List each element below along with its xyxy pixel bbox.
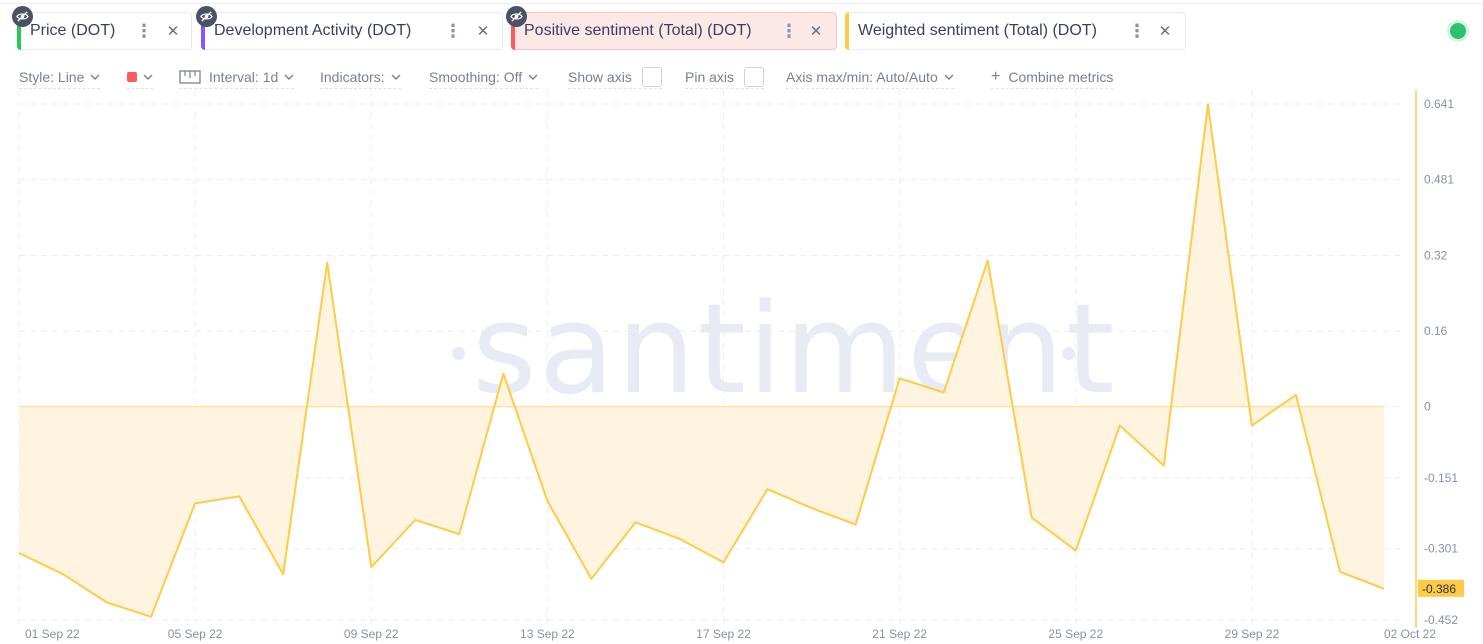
chevron-down-icon: [90, 74, 100, 80]
more-options-icon[interactable]: ⋮: [444, 22, 462, 40]
metric-tab-positive-sentiment[interactable]: Positive sentiment (Total) (DOT) ⋮ ✕: [511, 12, 837, 50]
x-tick-label: 13 Sep 22: [520, 627, 575, 641]
metric-tab-weighted-sentiment[interactable]: Weighted sentiment (Total) (DOT) ⋮ ✕: [845, 12, 1186, 50]
eye-off-icon[interactable]: [12, 6, 33, 27]
chevron-down-icon: [284, 74, 294, 80]
style-label: Style: Line: [19, 69, 85, 85]
show-axis-label: Show axis: [568, 69, 632, 85]
metric-label: Development Activity (DOT): [214, 22, 412, 39]
y-tick-label: -0.151: [1424, 471, 1458, 485]
ruler-icon: [179, 70, 201, 84]
x-tick-label: 09 Sep 22: [344, 627, 399, 641]
y-tick-label: 0.16: [1424, 324, 1448, 338]
smoothing-dropdown[interactable]: Smoothing: Off: [429, 66, 539, 89]
weighted-sentiment-chart[interactable]: 0.641 0.481 0.32 0.16 0 -0.151 -0.301 -0.452 01…: [0, 90, 1483, 644]
x-tick-label: 29 Sep 22: [1225, 627, 1280, 641]
y-tick-label: -0.452: [1424, 613, 1458, 627]
show-axis-toggle[interactable]: Show axis: [568, 66, 662, 89]
x-tick-label: 01 Sep 22: [25, 627, 80, 641]
y-tick-label: 0.641: [1424, 97, 1454, 111]
metric-label: Positive sentiment (Total) (DOT): [524, 22, 752, 39]
x-tick-label: 21 Sep 22: [872, 627, 927, 641]
plus-icon: +: [991, 68, 1001, 85]
chevron-down-icon: [391, 74, 401, 80]
more-options-icon[interactable]: ⋮: [135, 22, 153, 40]
x-tick-label: 25 Sep 22: [1048, 627, 1103, 641]
eye-off-icon[interactable]: [196, 6, 217, 27]
last-value-label: -0.386: [1418, 579, 1464, 597]
x-tick-label: 17 Sep 22: [696, 627, 751, 641]
color-swatch: [127, 72, 137, 82]
y-axis-ticks: 0.641 0.481 0.32 0.16 0 -0.151 -0.301 -0.452: [1424, 97, 1458, 627]
chevron-down-icon: [528, 74, 538, 80]
style-dropdown[interactable]: Style: Line: [19, 66, 101, 89]
series-area-fill: [19, 104, 1384, 617]
metric-color-bar: [845, 12, 849, 50]
more-options-icon[interactable]: ⋮: [780, 22, 798, 40]
y-tick-label: -0.301: [1424, 542, 1458, 556]
pin-axis-checkbox[interactable]: [744, 67, 765, 87]
color-picker[interactable]: [127, 66, 153, 89]
interval-label: Interval: 1d: [209, 69, 279, 85]
close-icon[interactable]: ✕: [809, 24, 823, 39]
show-axis-checkbox[interactable]: [641, 67, 662, 87]
metric-label: Weighted sentiment (Total) (DOT): [858, 22, 1097, 39]
y-tick-label: 0: [1424, 400, 1431, 414]
combine-metrics-label: Combine metrics: [1008, 69, 1114, 85]
pin-axis-label: Pin axis: [685, 69, 735, 85]
combine-metrics-button[interactable]: + Combine metrics: [991, 66, 1114, 89]
last-value-text: -0.386: [1422, 582, 1456, 596]
top-divider: [0, 3, 1483, 4]
metric-label: Price (DOT): [30, 22, 116, 39]
pin-axis-toggle[interactable]: Pin axis: [685, 66, 765, 89]
metric-tab-development-activity[interactable]: Development Activity (DOT) ⋮ ✕: [201, 12, 503, 50]
x-tick-label: 02 Oct 22: [1384, 627, 1436, 641]
chevron-down-icon: [143, 74, 153, 80]
close-icon[interactable]: ✕: [476, 24, 490, 39]
more-options-icon[interactable]: ⋮: [1128, 22, 1146, 40]
x-tick-label: 05 Sep 22: [168, 627, 223, 641]
close-icon[interactable]: ✕: [1158, 24, 1172, 39]
smoothing-label: Smoothing: Off: [429, 69, 523, 85]
metric-tab-price[interactable]: Price (DOT) ⋮ ✕: [17, 12, 192, 50]
eye-off-icon[interactable]: [506, 6, 527, 27]
y-tick-label: 0.32: [1424, 249, 1448, 263]
live-status-indicator: [1450, 23, 1466, 39]
chevron-down-icon: [944, 74, 954, 80]
axis-maxmin-label: Axis max/min: Auto/Auto: [786, 69, 938, 85]
axis-maxmin-dropdown[interactable]: Axis max/min: Auto/Auto: [786, 66, 954, 89]
interval-dropdown[interactable]: Interval: 1d: [179, 66, 295, 89]
indicators-label: Indicators:: [320, 69, 385, 85]
indicators-dropdown[interactable]: Indicators:: [320, 66, 401, 89]
x-axis-ticks: 01 Sep 22 05 Sep 22 09 Sep 22 13 Sep 22 17 S…: [25, 627, 1436, 641]
close-icon[interactable]: ✕: [166, 24, 180, 39]
y-tick-label: 0.481: [1424, 173, 1454, 187]
